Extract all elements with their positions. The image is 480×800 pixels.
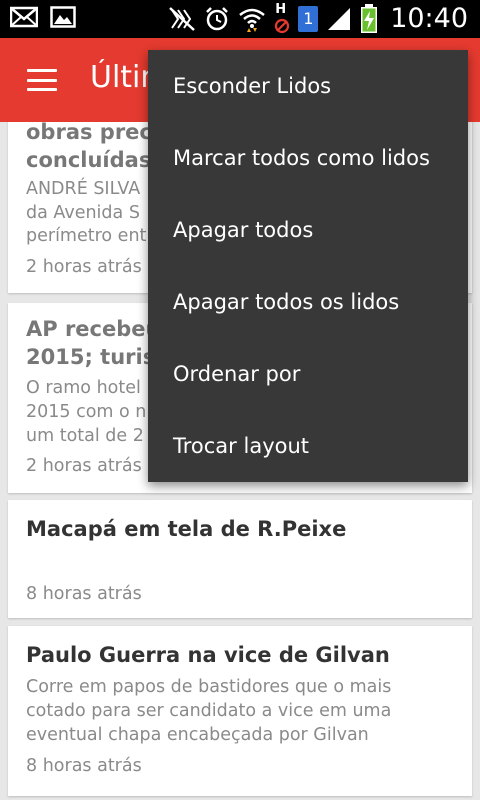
alarm-icon: [206, 7, 229, 31]
card-snippet-line: um total de 2: [26, 426, 144, 446]
card-timestamp: 8 horas atrás: [26, 584, 142, 604]
news-card[interactable]: Paulo Guerra na vice de Gilvan Corre em …: [8, 626, 472, 796]
image-icon: [50, 6, 76, 28]
roaming-label: H: [275, 2, 287, 17]
card-title-line: AP recebeu: [26, 317, 161, 341]
menu-item-ordenar-por[interactable]: Ordenar por: [148, 338, 468, 410]
signal-icon: [328, 8, 351, 30]
menu-icon[interactable]: [27, 69, 57, 91]
card-timestamp: 8 horas atrás: [26, 756, 142, 776]
card-snippet-line: cotado para ser candidato a vice em uma: [26, 701, 392, 721]
mail-icon: [10, 6, 38, 28]
card-title-line: concluídas: [26, 148, 152, 172]
battery-charging-icon: [361, 4, 378, 33]
card-title-line: Paulo Guerra na vice de Gilvan: [26, 643, 390, 667]
menu-item-marcar-todos-como-lidos[interactable]: Marcar todos como lidos: [148, 122, 468, 194]
menu-item-trocar-layout[interactable]: Trocar layout: [148, 410, 468, 482]
card-snippet-line: perímetro ent: [26, 226, 147, 246]
card-snippet-line: Corre em papos de bastidores que o mais: [26, 677, 392, 697]
card-snippet-line: O ramo hotel: [26, 378, 141, 398]
status-bar: H 1 10:40: [0, 0, 480, 38]
card-title-line: 2015; turis: [26, 345, 156, 369]
card-snippet-line: eventual chapa encabeçada por Gilvan: [26, 725, 369, 745]
card-title-line: obras preci: [26, 122, 160, 144]
wifi-icon: [239, 8, 265, 32]
card-timestamp: 2 horas atrás: [26, 456, 142, 476]
overflow-menu: Esconder Lidos Marcar todos como lidos A…: [148, 50, 468, 482]
news-card[interactable]: Macapá em tela de R.Peixe 8 horas atrás: [8, 500, 472, 618]
sim-label: 1: [303, 9, 314, 28]
card-timestamp: 2 horas atrás: [26, 257, 142, 277]
status-time: 10:40: [390, 3, 468, 34]
menu-item-apagar-todos-os-lidos[interactable]: Apagar todos os lidos: [148, 266, 468, 338]
card-snippet-line: 2015 com o n: [26, 402, 147, 422]
sim-icon: 1: [298, 6, 319, 32]
card-title-line: Macapá em tela de R.Peixe: [26, 517, 347, 541]
roaming-icon: H: [274, 2, 290, 34]
mute-icon: [169, 7, 196, 31]
menu-item-apagar-todos[interactable]: Apagar todos: [148, 194, 468, 266]
menu-item-esconder-lidos[interactable]: Esconder Lidos: [148, 50, 468, 122]
card-snippet-line: da Avenida S: [26, 203, 140, 223]
card-snippet-line: ANDRÉ SILVA: [26, 179, 141, 199]
